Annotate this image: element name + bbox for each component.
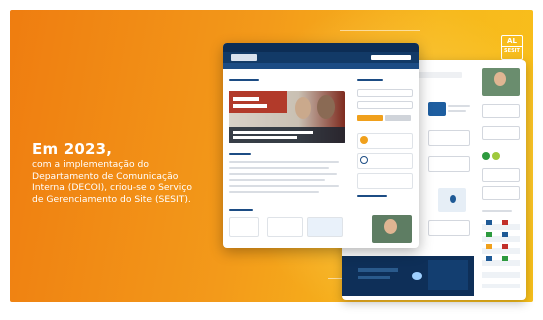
hero-caption-line — [233, 131, 313, 134]
news-item — [229, 191, 319, 193]
partner-logo-icon — [486, 232, 492, 237]
card — [428, 130, 470, 146]
banner-subtitle — [358, 276, 390, 279]
banner-title — [358, 268, 398, 272]
hero-badge-text — [233, 104, 267, 108]
decor-line-top — [340, 30, 420, 31]
link-card — [229, 217, 259, 237]
news-title — [229, 153, 251, 155]
headline: Em 2023, — [32, 140, 113, 158]
video-thumbnail — [482, 68, 520, 96]
news-item — [229, 167, 329, 169]
card — [428, 220, 470, 236]
news-item — [229, 173, 337, 175]
logo-text: AL — [507, 37, 517, 45]
sidebar-card — [357, 173, 413, 189]
sidebar-card-icon — [360, 156, 368, 164]
links-title — [229, 209, 253, 211]
top-utility-bar — [223, 43, 419, 52]
partner-logo-icon — [502, 220, 508, 225]
body-text: com a implementação do Departamento de C… — [32, 159, 232, 205]
body-line-2: Departamento de Comunicação — [32, 170, 179, 182]
hero-caption — [229, 127, 345, 143]
right-card — [482, 186, 520, 200]
person-face — [494, 72, 506, 86]
lime-badge-icon — [492, 152, 500, 160]
body-line-1: com a implementação do — [32, 159, 149, 170]
hero-badge — [229, 91, 287, 113]
right-card — [482, 126, 520, 140]
right-card — [482, 104, 520, 118]
video-thumbnail — [372, 215, 412, 243]
logo-subtext: SESIT — [502, 46, 522, 55]
service-tile-icon — [428, 102, 446, 116]
hero-caption-line — [233, 136, 297, 139]
stage: AL SESIT Em 2023, com a implementação do… — [0, 0, 543, 320]
video-title — [357, 195, 387, 197]
banner-art — [428, 260, 468, 290]
banner-bubble-icon — [412, 272, 422, 280]
ethics-icon — [450, 195, 456, 203]
speaker-photo — [317, 95, 335, 119]
banner-text: Em 2023, com a implementação do Departam… — [32, 140, 232, 205]
partner-logo-icon — [502, 232, 508, 237]
sidebar-button — [357, 115, 383, 121]
partner-logo-icon — [486, 220, 492, 225]
sidebar-select — [357, 89, 413, 97]
link-card — [267, 217, 303, 237]
sidebar-button — [385, 115, 411, 121]
body-line-3: Interna (DECOI), criou-se o Serviço — [32, 182, 192, 193]
news-item — [229, 179, 325, 181]
right-card — [482, 168, 520, 182]
main-nav — [223, 63, 419, 69]
hero-badge-text — [233, 97, 259, 101]
site-logo-icon — [231, 54, 257, 61]
partner-logo-icon — [502, 256, 508, 261]
news-item — [229, 185, 339, 187]
green-badge-icon — [482, 152, 490, 160]
speaker-photo — [295, 97, 311, 119]
news-item — [229, 161, 339, 163]
section-title — [229, 79, 259, 81]
partner-logo-icon — [486, 256, 492, 261]
card — [428, 156, 470, 172]
sidebar-title — [357, 79, 383, 81]
tile-label — [448, 105, 470, 107]
search-box — [371, 55, 411, 60]
partner-logos — [482, 218, 520, 288]
person-face — [384, 219, 397, 234]
institution-logo-icon: AL SESIT — [501, 35, 523, 60]
partner-logo-icon — [502, 244, 508, 249]
site-screenshot-front — [223, 43, 419, 248]
partner-logo-icon — [486, 244, 492, 249]
link-card — [307, 217, 343, 237]
partners-label — [482, 210, 512, 212]
sidebar-card-icon — [360, 136, 368, 144]
tile-label — [448, 110, 466, 112]
sidebar-select — [357, 101, 413, 109]
body-line-4: de Gerenciamento do Site (SESIT). — [32, 193, 191, 205]
